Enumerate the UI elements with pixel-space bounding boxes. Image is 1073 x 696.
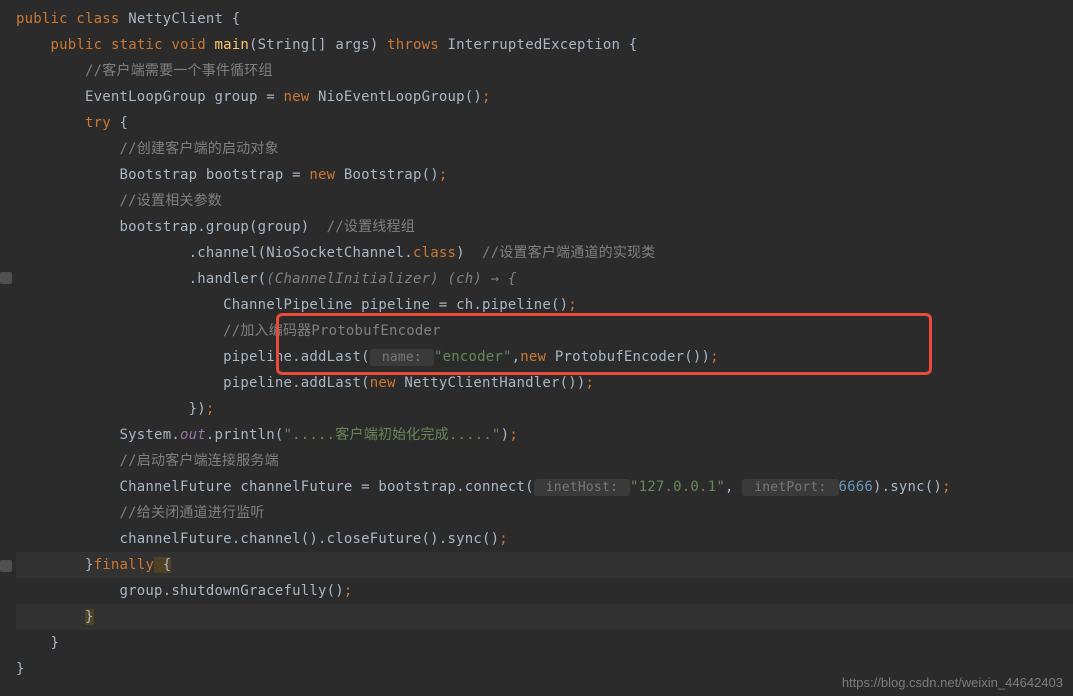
code-line: System.out.println(".....客户端初始化完成.....")…	[16, 422, 1073, 448]
code-line: }finally {	[16, 552, 1073, 578]
code-line: pipeline.addLast( name: "encoder",new Pr…	[16, 344, 1073, 370]
code-line: group.shutdownGracefully();	[16, 578, 1073, 604]
code-line: //加入编码器ProtobufEncoder	[16, 318, 1073, 344]
code-line: //客户端需要一个事件循环组	[16, 58, 1073, 84]
code-line: .handler((ChannelInitializer) (ch) → {	[16, 266, 1073, 292]
code-line: bootstrap.group(group) //设置线程组	[16, 214, 1073, 240]
code-line: channelFuture.channel().closeFuture().sy…	[16, 526, 1073, 552]
code-line: public class NettyClient {	[16, 6, 1073, 32]
code-line: });	[16, 396, 1073, 422]
code-line: }	[16, 604, 1073, 630]
code-line: EventLoopGroup group = new NioEventLoopG…	[16, 84, 1073, 110]
code-line: //启动客户端连接服务端	[16, 448, 1073, 474]
code-line: }	[16, 630, 1073, 656]
gutter-icon[interactable]	[0, 272, 12, 284]
code-line: try {	[16, 110, 1073, 136]
code-line: //设置相关参数	[16, 188, 1073, 214]
code-line: pipeline.addLast(new NettyClientHandler(…	[16, 370, 1073, 396]
code-line: ChannelPipeline pipeline = ch.pipeline()…	[16, 292, 1073, 318]
code-line: Bootstrap bootstrap = new Bootstrap();	[16, 162, 1073, 188]
code-line: //创建客户端的启动对象	[16, 136, 1073, 162]
gutter-icon[interactable]	[0, 560, 12, 572]
code-editor[interactable]: public class NettyClient { public static…	[0, 0, 1073, 682]
code-line: public static void main(String[] args) t…	[16, 32, 1073, 58]
code-line: //给关闭通道进行监听	[16, 500, 1073, 526]
code-line: .channel(NioSocketChannel.class) //设置客户端…	[16, 240, 1073, 266]
code-line: ChannelFuture channelFuture = bootstrap.…	[16, 474, 1073, 500]
watermark-text: https://blog.csdn.net/weixin_44642403	[842, 675, 1063, 690]
